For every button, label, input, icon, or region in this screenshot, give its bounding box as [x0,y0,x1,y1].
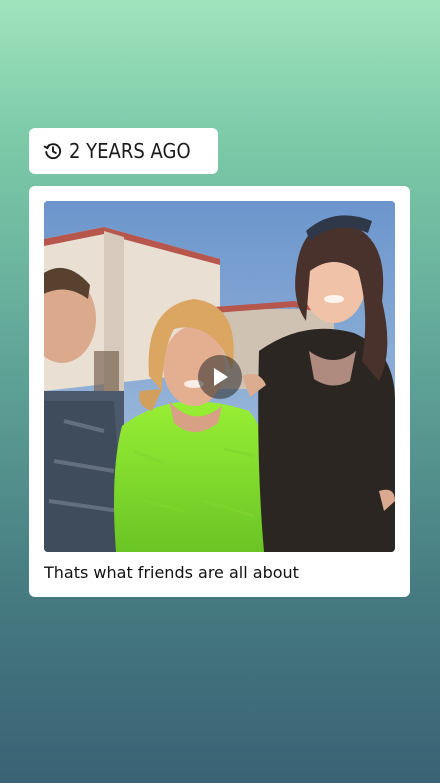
play-button[interactable] [198,355,242,399]
memory-caption: Thats what friends are all about [44,563,299,582]
history-clock-icon [43,141,63,161]
memory-card: Thats what friends are all about [29,186,410,597]
play-icon [210,366,230,388]
memory-video-thumbnail[interactable] [44,201,395,552]
memory-timestamp-badge: 2 YEARS AGO [29,128,219,174]
timestamp-label: 2 YEARS AGO [69,139,191,163]
